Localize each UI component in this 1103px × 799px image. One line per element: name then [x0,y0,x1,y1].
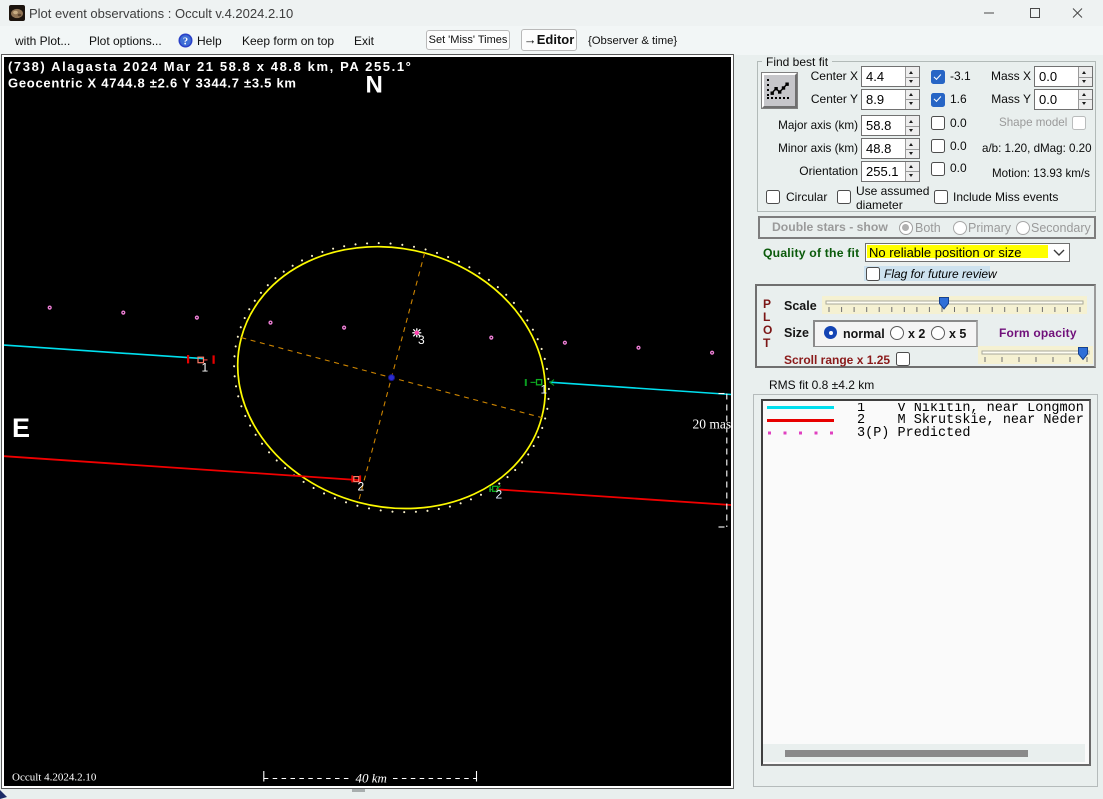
svg-text:1: 1 [541,383,548,397]
svg-text:E: E [12,413,30,443]
svg-text:3: 3 [418,333,425,347]
svg-text:20 mas: 20 mas [693,417,732,432]
svg-text:N: N [366,72,383,99]
svg-text:?: ? [183,37,188,48]
svg-text:2: 2 [496,488,503,502]
svg-text:Geocentric X 4744.8 ±2.6 Y: Geocentric X 4744.8 ±2.6 Y 3344.7 ±3.5 k… [8,76,297,91]
svg-text:(738) Alagasta 2024 Mar 21 5: (738) Alagasta 2024 Mar 21 58.8 x 48.8 k… [8,59,412,74]
svg-text:40 km: 40 km [356,771,387,786]
svg-text:Occult 4.2024.2.10: Occult 4.2024.2.10 [12,772,97,784]
svg-text:1: 1 [202,361,209,375]
svg-text:2: 2 [358,480,365,494]
